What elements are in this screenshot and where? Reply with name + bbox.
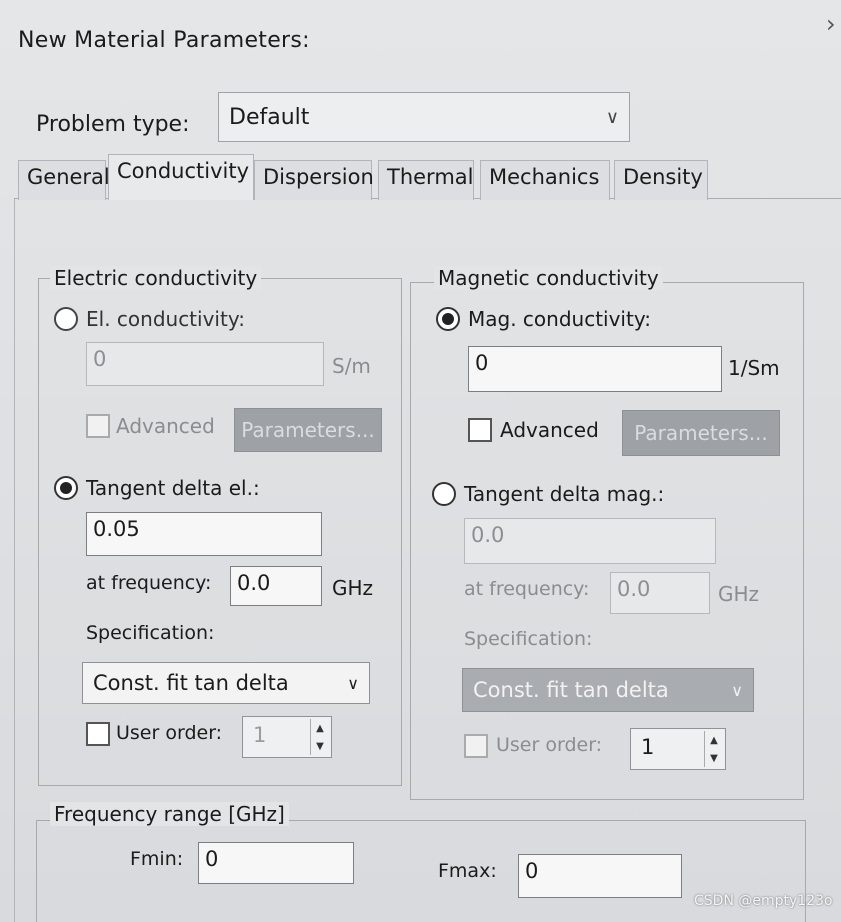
- el-advanced-label: Advanced: [116, 414, 215, 438]
- tab-conductivity[interactable]: Conductivity: [108, 154, 254, 200]
- el-conductivity-input[interactable]: 0: [86, 342, 324, 386]
- el-user-order-stepper[interactable]: 1 ▲ ▼: [242, 716, 332, 758]
- mag-at-frequency-label: at frequency:: [464, 578, 590, 600]
- el-conductivity-label: El. conductivity:: [86, 307, 245, 331]
- stepper-arrows-icon[interactable]: ▲ ▼: [704, 731, 723, 767]
- stepper-arrows-icon[interactable]: ▲ ▼: [310, 719, 329, 755]
- mag-advanced-label: Advanced: [500, 418, 599, 442]
- problem-type-value: Default: [229, 104, 310, 130]
- fmin-label: Fmin:: [130, 848, 184, 870]
- magnetic-group-title: Magnetic conductivity: [434, 266, 663, 290]
- mag-user-order-checkbox[interactable]: [464, 734, 488, 758]
- frequency-range-title: Frequency range [GHz]: [50, 802, 289, 826]
- mag-tangent-input[interactable]: 0.0: [464, 518, 716, 564]
- mag-specification-value: Const. fit tan delta: [473, 678, 669, 702]
- fmax-label: Fmax:: [438, 860, 497, 882]
- watermark-text: CSDN @empty123o: [694, 893, 833, 909]
- el-at-frequency-label: at frequency:: [86, 572, 212, 594]
- el-tangent-input[interactable]: 0.05: [86, 512, 322, 556]
- mag-tangent-radio[interactable]: [432, 482, 456, 506]
- el-parameters-button[interactable]: Parameters...: [234, 408, 382, 452]
- mag-conductivity-input[interactable]: 0: [468, 346, 722, 392]
- mag-user-order-value: 1: [641, 735, 655, 759]
- el-specification-value: Const. fit tan delta: [93, 671, 289, 695]
- el-advanced-checkbox[interactable]: [86, 414, 110, 438]
- mag-conductivity-label: Mag. conductivity:: [468, 307, 651, 331]
- chevron-down-icon: ∨: [347, 673, 359, 693]
- window-title: New Material Parameters:: [18, 28, 310, 53]
- mag-advanced-checkbox[interactable]: [468, 418, 492, 442]
- el-conductivity-radio[interactable]: [54, 307, 78, 331]
- mag-conductivity-unit: 1/Sm: [728, 356, 780, 380]
- chevron-down-icon: ∨: [605, 106, 619, 128]
- problem-type-select[interactable]: Default ∨: [218, 92, 630, 142]
- el-specification-select[interactable]: Const. fit tan delta ∨: [82, 662, 370, 704]
- chevron-down-icon: ∨: [731, 680, 743, 700]
- tab-mechanics[interactable]: Mechanics: [480, 160, 610, 200]
- mag-conductivity-radio[interactable]: [436, 307, 460, 331]
- tab-density[interactable]: Density: [614, 160, 708, 200]
- el-frequency-input[interactable]: 0.0: [230, 566, 322, 606]
- problem-type-label: Problem type:: [36, 112, 190, 137]
- tab-general[interactable]: General: [18, 160, 110, 200]
- close-icon[interactable]: ›: [826, 10, 836, 38]
- tab-dispersion[interactable]: Dispersion: [254, 160, 374, 200]
- mag-tangent-label: Tangent delta mag.:: [464, 482, 665, 506]
- el-conductivity-unit: S/m: [332, 354, 371, 378]
- el-user-order-value: 1: [253, 723, 267, 747]
- mag-parameters-button[interactable]: Parameters...: [622, 410, 780, 456]
- frequency-range-group: [36, 820, 806, 922]
- el-specification-label: Specification:: [86, 622, 215, 644]
- el-user-order-checkbox[interactable]: [86, 722, 110, 746]
- mag-specification-select[interactable]: Const. fit tan delta ∨: [462, 668, 754, 712]
- tab-thermal[interactable]: Thermal: [378, 160, 474, 200]
- mag-frequency-unit: GHz: [718, 582, 760, 606]
- fmax-input[interactable]: 0: [518, 854, 682, 898]
- electric-group-title: Electric conductivity: [50, 266, 262, 290]
- el-tangent-label: Tangent delta el.:: [86, 476, 260, 500]
- el-user-order-label: User order:: [116, 722, 223, 744]
- mag-user-order-stepper[interactable]: 1 ▲ ▼: [630, 728, 726, 770]
- mag-specification-label: Specification:: [464, 628, 593, 650]
- el-tangent-radio[interactable]: [54, 476, 78, 500]
- mag-user-order-label: User order:: [496, 734, 603, 756]
- el-frequency-unit: GHz: [332, 576, 374, 600]
- fmin-input[interactable]: 0: [198, 842, 354, 884]
- mag-frequency-input[interactable]: 0.0: [610, 572, 710, 614]
